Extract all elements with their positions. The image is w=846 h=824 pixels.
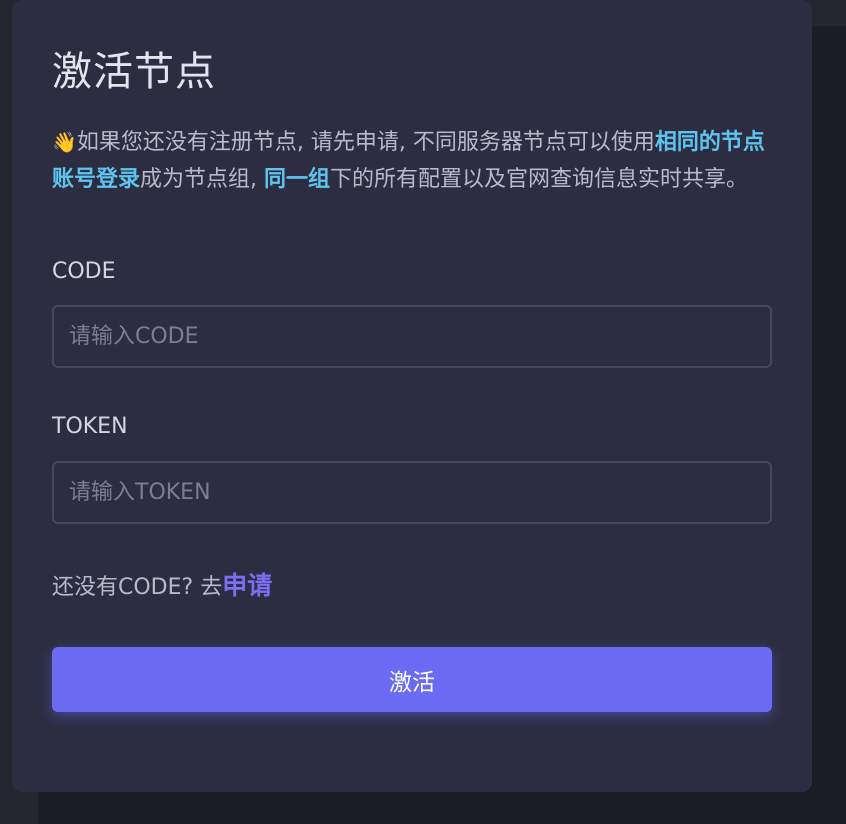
intro-text-part-1: 如果您还没有注册节点, 请先申请, 不同服务器节点可以使用 (76, 130, 655, 155)
waving-hand-icon: 👋 (52, 130, 77, 154)
token-label: TOKEN (52, 414, 128, 439)
intro-text-part-2: 成为节点组, (140, 167, 265, 192)
code-input[interactable] (52, 305, 772, 368)
dialog-title: 激活节点 (52, 49, 216, 95)
activate-button[interactable]: 激活 (52, 647, 772, 712)
apply-prompt: 还没有CODE? 去申请 (52, 568, 272, 606)
apply-prompt-text: 还没有CODE? 去 (52, 575, 223, 600)
intro-text-part-3: 下的所有配置以及官网查询信息实时共享。 (330, 167, 749, 192)
token-input[interactable] (52, 461, 772, 524)
apply-link[interactable]: 申请 (222, 571, 272, 600)
activate-node-dialog: 激活节点 👋如果您还没有注册节点, 请先申请, 不同服务器节点可以使用相同的节点… (12, 0, 812, 792)
intro-text: 👋如果您还没有注册节点, 请先申请, 不同服务器节点可以使用相同的节点账号登录成… (52, 124, 772, 198)
intro-highlight-same-group: 同一组 (264, 167, 331, 192)
code-label: CODE (52, 259, 116, 284)
